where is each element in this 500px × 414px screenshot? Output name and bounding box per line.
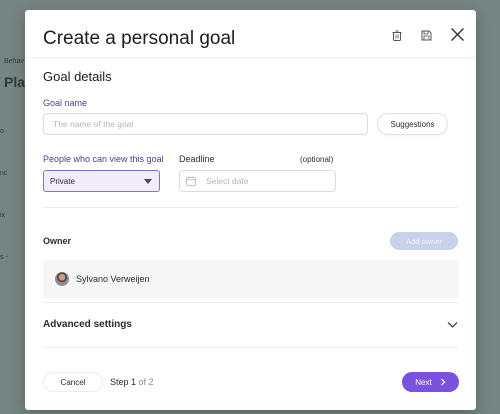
viewers-select[interactable]: Private <box>43 170 160 192</box>
goal-details-heading: Goal details <box>43 69 112 84</box>
step-indicator: Step 1 of 2 <box>110 377 154 387</box>
next-button[interactable]: Next <box>402 372 459 392</box>
cancel-button[interactable]: Cancel <box>43 372 103 392</box>
section-divider <box>43 347 458 348</box>
save-icon[interactable] <box>419 28 433 42</box>
suggestions-button[interactable]: Suggestions <box>377 113 448 135</box>
close-icon[interactable] <box>449 26 465 42</box>
goal-name-placeholder: The name of the goal <box>53 119 134 129</box>
deadline-date-input[interactable]: Select date <box>179 170 336 192</box>
goal-name-input[interactable]: The name of the goal <box>43 113 368 135</box>
owner-label: Owner <box>43 236 72 246</box>
owner-list-item: Sylvano Verweijen <box>43 260 459 298</box>
modal-title: Create a personal goal <box>43 28 236 49</box>
viewers-label: People who can view this goal <box>43 154 164 164</box>
calendar-icon <box>186 176 196 186</box>
viewers-select-value: Private <box>50 176 75 186</box>
chevron-right-icon <box>440 378 446 386</box>
step-prefix: Step <box>110 377 132 387</box>
create-goal-modal: Create a personal goal Goal details Goal… <box>25 10 476 410</box>
chevron-down-icon <box>144 179 152 184</box>
next-button-label: Next <box>415 377 432 387</box>
deadline-optional-hint: (optional) <box>300 155 334 164</box>
trash-icon[interactable] <box>390 28 404 42</box>
header-divider <box>25 57 476 58</box>
owner-name: Sylvano Verweijen <box>76 274 150 284</box>
deadline-placeholder: Select date <box>206 176 249 186</box>
section-divider <box>43 302 458 303</box>
step-total: of 2 <box>136 377 154 387</box>
deadline-label: Deadline <box>179 154 215 164</box>
add-owner-button[interactable]: Add owner <box>390 232 458 250</box>
chevron-down-icon[interactable] <box>447 321 458 329</box>
section-divider <box>43 207 458 208</box>
goal-name-label: Goal name <box>43 98 88 108</box>
avatar <box>55 272 69 286</box>
advanced-settings-label[interactable]: Advanced settings <box>43 319 132 330</box>
